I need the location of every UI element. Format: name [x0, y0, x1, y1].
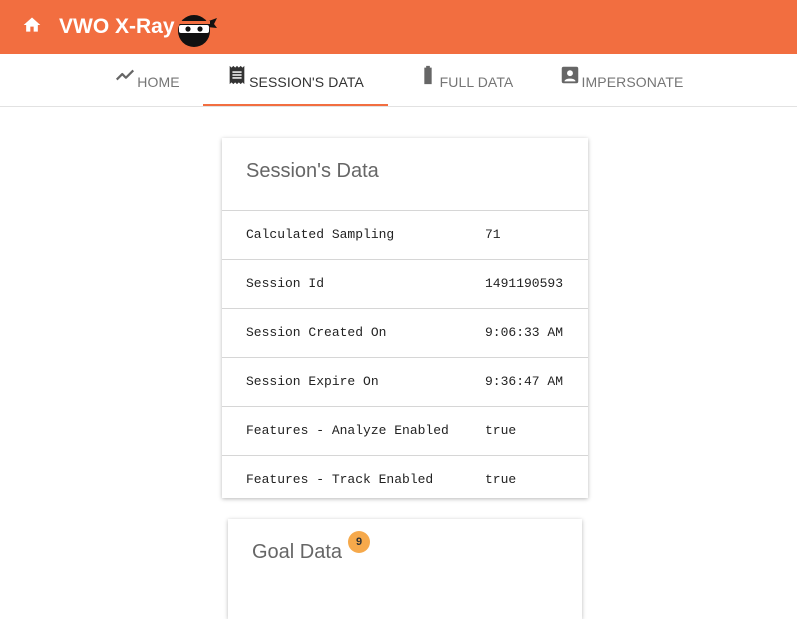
goal-count-badge: 9	[348, 531, 370, 553]
battery-icon	[417, 64, 439, 86]
table-row: Features - Analyze Enabled true	[222, 406, 588, 455]
goal-data-title: Goal Data	[252, 541, 343, 563]
tab-full-data-label: FULL DATA	[439, 74, 514, 90]
sessions-data-card: Session's Data Calculated Sampling 71 Se…	[222, 138, 588, 498]
tab-impersonate-label: IMPERSONATE	[581, 74, 684, 90]
table-row: Session Id 1491190593	[222, 259, 588, 308]
app-title: VWO X-Ray	[59, 15, 175, 38]
tab-sessions-data-label: SESSION'S DATA	[249, 74, 364, 90]
table-row: Session Created On 9:06:33 AM	[222, 308, 588, 357]
tab-full-data[interactable]: FULL DATA	[410, 54, 520, 106]
tab-impersonate[interactable]: IMPERSONATE	[552, 54, 690, 106]
app-header: VWO X-Ray	[0, 0, 797, 54]
home-icon[interactable]	[22, 15, 42, 35]
row-value: 71	[485, 227, 501, 242]
tab-sessions-data[interactable]: SESSION'S DATA	[214, 54, 376, 106]
goal-data-card: Goal Data 9	[228, 519, 582, 619]
tab-home[interactable]: HOME	[103, 54, 191, 106]
table-row: Calculated Sampling 71	[222, 210, 588, 259]
row-key: Session Expire On	[246, 374, 379, 389]
row-key: Calculated Sampling	[246, 227, 395, 242]
table-row: Features - Track Enabled true	[222, 455, 588, 504]
row-value: 9:06:33 AM	[485, 325, 564, 340]
active-tab-indicator	[203, 104, 388, 106]
tab-bar: HOME SESSION'S DATA FULL DATA IMPERSONAT…	[0, 54, 797, 107]
row-value: 1491190593	[485, 276, 564, 291]
table-row: Session Expire On 9:36:47 AM	[222, 357, 588, 406]
row-key: Features - Analyze Enabled	[246, 423, 449, 438]
row-value: true	[485, 472, 517, 487]
row-key: Session Id	[246, 276, 325, 291]
trending-line-icon	[114, 64, 136, 86]
account-box-icon	[559, 64, 581, 86]
ninja-logo	[172, 9, 218, 49]
row-value: true	[485, 423, 517, 438]
card-title: Session's Data	[246, 160, 379, 182]
row-value: 9:36:47 AM	[485, 374, 564, 389]
row-key: Session Created On	[246, 325, 387, 340]
session-data-table: Calculated Sampling 71 Session Id 149119…	[222, 210, 588, 504]
receipt-icon	[226, 64, 248, 86]
tab-home-label: HOME	[137, 74, 180, 90]
row-key: Features - Track Enabled	[246, 472, 434, 487]
